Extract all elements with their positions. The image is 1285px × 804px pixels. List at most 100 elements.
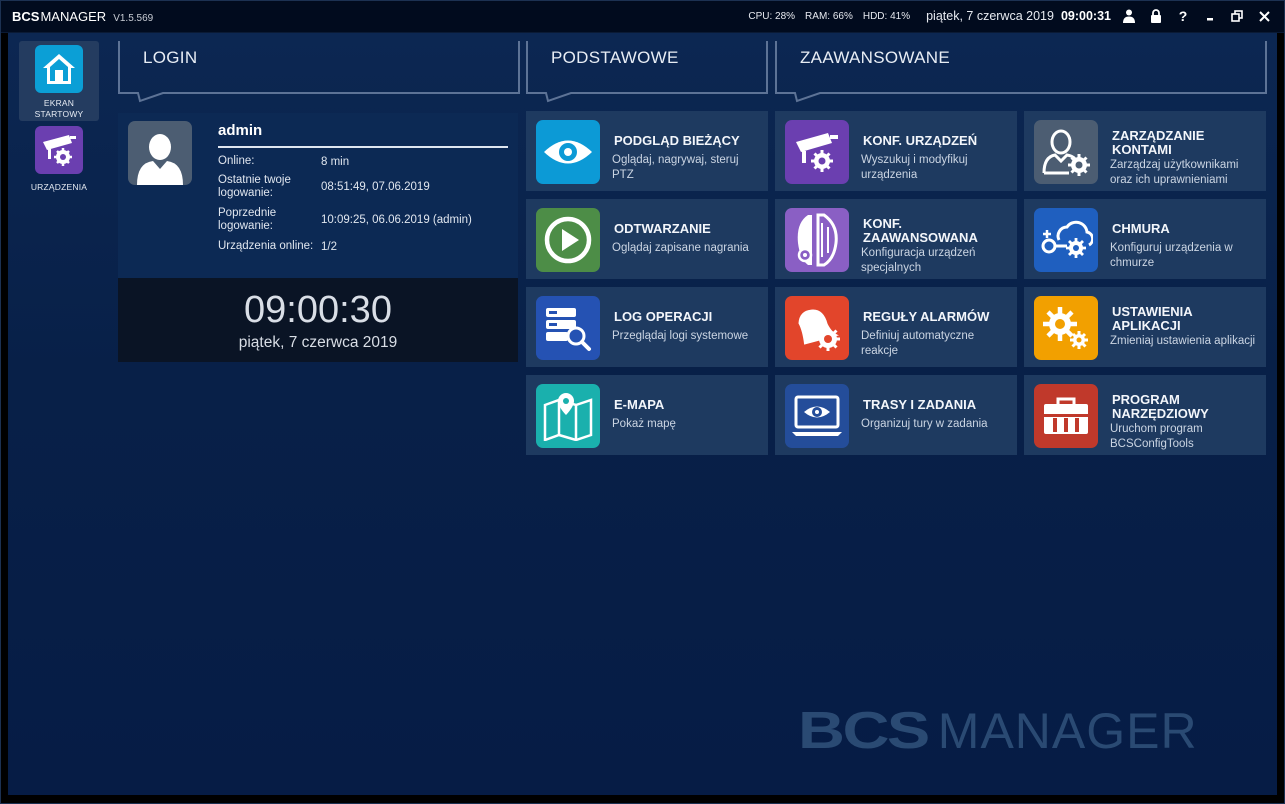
ram-usage: RAM: 66% (805, 10, 853, 22)
tile-title-line1: PROGRAM (1112, 392, 1180, 407)
gears-icon (1034, 296, 1098, 360)
alarm-bell-gear-icon (785, 296, 849, 360)
close-icon[interactable] (1255, 7, 1273, 25)
sidebar-item-devices[interactable]: URZĄDZENIA (19, 126, 99, 196)
tile-tool-program[interactable]: PROGRAM NARZĘDZIOWY Uruchom program BCSCo… (1024, 375, 1266, 455)
login-row-last: Ostatnie twoje logowanie: 08:51:49, 07.0… (218, 174, 518, 200)
tile-desc: Organizuj tury w zadania (861, 418, 988, 430)
login-value: 08:51:49, 07.06.2019 (321, 181, 430, 193)
login-panel: admin Online: 8 min Ostatnie twoje logow… (118, 113, 518, 278)
sidebar-label-devices: URZĄDZENIA (30, 182, 88, 192)
login-value: 8 min (321, 155, 350, 168)
tile-device-config[interactable]: KONF. URZĄDZEŃ Wyszukuj i modyfikuj urzą… (775, 111, 1017, 191)
tile-title-line2: ZAAWANSOWANA (863, 230, 978, 245)
login-key: Urządzenia online: (218, 240, 314, 252)
login-value: 10:09:25, 06.06.2019 (admin) (321, 214, 472, 226)
main-area: EKRAN STARTOWY URZĄDZENIA LOGIN PODSTAWOW… (8, 33, 1277, 795)
tile-cloud[interactable]: CHMURA Konfiguruj urządzenia w chmurze (1024, 199, 1266, 279)
tile-alarm-rules[interactable]: REGUŁY ALARMÓW Definiuj automatyczne rea… (775, 287, 1017, 367)
toolbox-icon (1034, 384, 1098, 448)
tile-app-settings[interactable]: USTAWIENIA APLIKACJI Zmieniaj ustawienia … (1024, 287, 1266, 367)
login-username: admin (218, 122, 263, 139)
clock-panel: 09:00:30 piątek, 7 czerwca 2019 (118, 278, 518, 362)
tile-desc: Oglądaj zapisane nagrania (612, 242, 749, 254)
camera-gear-icon (785, 120, 849, 184)
app-version: V1.5.569 (113, 12, 154, 24)
cpu-usage: CPU: 28% (748, 10, 796, 22)
hdd-usage: HDD: 41% (862, 10, 911, 22)
tile-desc: Przeglądaj logi systemowe (612, 330, 749, 342)
sidebar-item-home[interactable]: EKRAN STARTOWY (19, 41, 99, 121)
tile-desc: Wyszukuj i modyfikuj urządzenia (861, 154, 968, 181)
clock-date: piątek, 7 czerwca 2019 (238, 334, 398, 351)
minimize-icon[interactable] (1201, 7, 1219, 25)
tile-desc: Konfiguracja urządzeń specjalnych (861, 247, 976, 274)
tile-desc: Definiuj automatyczne reakcje (861, 330, 975, 357)
map-pin-icon (536, 384, 600, 448)
tile-title-line1: ZARZĄDZANIE (1112, 128, 1205, 143)
tile-desc: Zmieniaj ustawienia aplikacji (1110, 335, 1256, 347)
tile-tours-tasks[interactable]: TRASY I ZADANIA Organizuj tury w zadania (775, 375, 1017, 455)
home-icon (35, 45, 83, 93)
app-logo: BCS MANAGER V1.5.569 (12, 9, 153, 24)
title-bar: BCS MANAGER V1.5.569 CPU: 28% RAM: 66% H… (0, 0, 1285, 33)
tile-title: PODGLĄD BIEŻĄCY (614, 133, 740, 148)
tile-emap[interactable]: E-MAPA Pokaż mapę (526, 375, 768, 455)
tile-title-line1: KONF. (863, 216, 902, 231)
log-search-icon (536, 296, 600, 360)
clock-time: 09:00:30 (244, 289, 392, 331)
titlebar-date: piątek, 7 czerwca 2019 (926, 9, 1054, 23)
tile-desc: Konfiguruj urządzenia w chmurze (1110, 242, 1233, 269)
tile-desc: Zarządzaj użytkownikami oraz ich uprawni… (1110, 159, 1239, 186)
tile-title: PROGRAM NARZĘDZIOWY (1112, 393, 1262, 421)
advanced-config-icon (785, 208, 849, 272)
login-row-previous: Poprzednie logowanie: 10:09:25, 06.06.20… (218, 207, 518, 233)
monitor-eye-icon (785, 384, 849, 448)
tile-title: KONF. URZĄDZEŃ (863, 133, 978, 148)
watermark-product: MANAGER (937, 703, 1198, 759)
cloud-gear-icon (1034, 208, 1098, 272)
tile-title: USTAWIENIA APLIKACJI (1112, 305, 1262, 333)
tile-playback[interactable]: ODTWARZANIE Oglądaj zapisane nagrania (526, 199, 768, 279)
camera-gear-icon (35, 126, 83, 174)
tile-title: KONF. ZAAWANSOWANA (863, 217, 1013, 245)
tile-title: TRASY I ZADANIA (863, 397, 977, 412)
app-brand: BCS (12, 8, 40, 24)
tile-live-view[interactable]: PODGLĄD BIEŻĄCY Oglądaj, nagrywaj, steru… (526, 111, 768, 191)
login-row-devices: Urządzenia online: 1/2 (218, 240, 518, 253)
tile-operation-log[interactable]: LOG OPERACJI Przeglądaj logi systemowe (526, 287, 768, 367)
tile-advanced-config[interactable]: KONF. ZAAWANSOWANA Konfiguracja urządzeń … (775, 199, 1017, 279)
user-icon[interactable] (1120, 7, 1138, 25)
lock-icon[interactable] (1147, 7, 1165, 25)
section-title-login: LOGIN (143, 48, 198, 67)
watermark-logo: BCS MANAGER (798, 701, 1198, 761)
login-key: Ostatnie twoje logowanie: (218, 174, 291, 199)
eye-icon (536, 120, 600, 184)
login-row-online: Online: 8 min (218, 155, 518, 168)
watermark-brand: BCS (798, 702, 930, 760)
tile-title: ODTWARZANIE (614, 221, 711, 236)
tile-account-management[interactable]: ZARZĄDZANIE KONTAMI Zarządzaj użytkownika… (1024, 111, 1266, 191)
user-gear-icon (1034, 120, 1098, 184)
play-icon (536, 208, 600, 272)
login-value: 1/2 (321, 240, 337, 253)
tile-title-line2: KONTAMI (1112, 142, 1172, 157)
restore-icon[interactable] (1228, 7, 1246, 25)
tile-desc: Oglądaj, nagrywaj, steruj PTZ (612, 154, 739, 181)
avatar (128, 121, 192, 185)
help-icon[interactable]: ? (1174, 7, 1192, 25)
login-key: Online: (218, 155, 255, 167)
tile-title: REGUŁY ALARMÓW (863, 309, 990, 324)
section-title-basic: PODSTAWOWE (551, 48, 679, 67)
tile-title-line2: NARZĘDZIOWY (1112, 406, 1209, 421)
app-product: MANAGER (40, 8, 107, 24)
tile-title: CHMURA (1112, 221, 1170, 236)
tile-title: ZARZĄDZANIE KONTAMI (1112, 129, 1262, 157)
login-key: Poprzednie logowanie: (218, 207, 277, 232)
titlebar-time: 09:00:31 (1060, 9, 1111, 23)
sidebar-label-home-2: STARTOWY (34, 109, 84, 119)
tile-desc: Uruchom program BCSConfigTools (1110, 423, 1203, 450)
username-divider (218, 146, 508, 148)
tile-desc: Pokaż mapę (612, 418, 676, 430)
tile-title: LOG OPERACJI (614, 309, 713, 324)
